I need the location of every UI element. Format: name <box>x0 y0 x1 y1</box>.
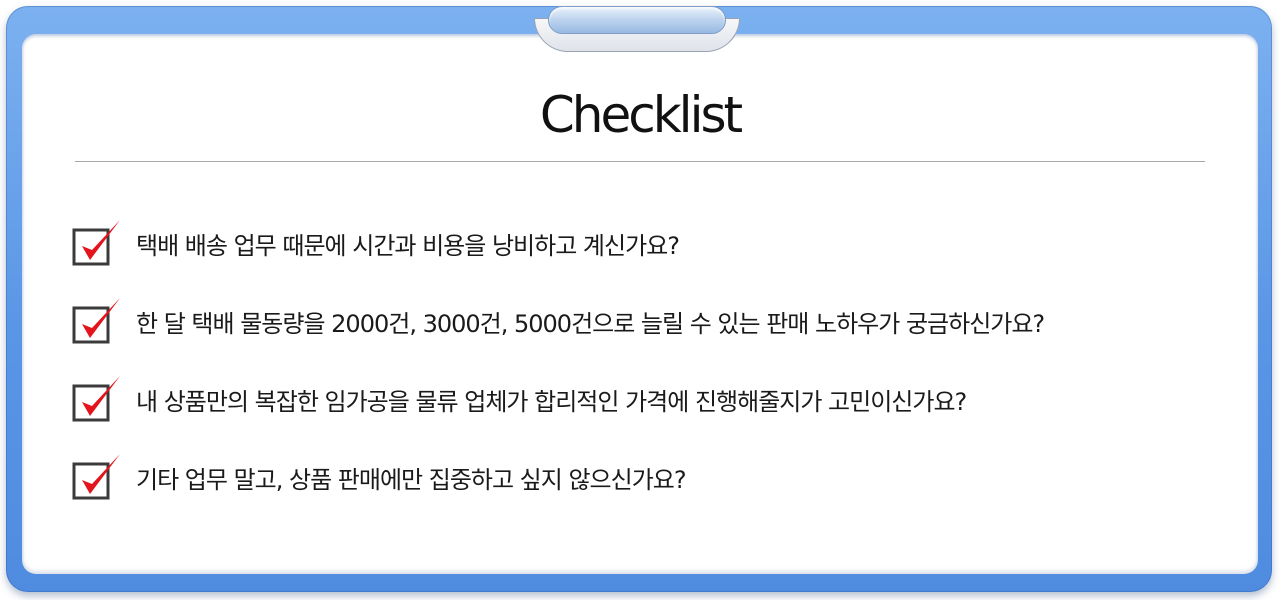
title-divider <box>75 161 1205 162</box>
checklist: 택배 배송 업무 때문에 시간과 비용을 낭비하고 계신가요? 한 달 택배 물… <box>72 212 1232 524</box>
list-item-text: 한 달 택배 물동량을 2000건, 3000건, 5000건으로 늘릴 수 있… <box>136 310 1045 338</box>
list-item-text: 기타 업무 말고, 상품 판매에만 집중하고 싶지 않으신가요? <box>136 466 687 494</box>
checkbox-checked-icon <box>72 454 120 500</box>
list-item: 한 달 택배 물동량을 2000건, 3000건, 5000건으로 늘릴 수 있… <box>72 290 1232 368</box>
list-item-text: 택배 배송 업무 때문에 시간과 비용을 낭비하고 계신가요? <box>136 232 680 260</box>
list-item: 기타 업무 말고, 상품 판매에만 집중하고 싶지 않으신가요? <box>72 446 1232 524</box>
checkbox-checked-icon <box>72 220 120 266</box>
clip-top <box>548 6 726 34</box>
checklist-clipboard: Checklist 택배 배송 업무 때문에 시간과 비용을 낭비하고 계신가요… <box>0 0 1280 600</box>
checkbox-checked-icon <box>72 298 120 344</box>
list-item-text: 내 상품만의 복잡한 임가공을 물류 업체가 합리적인 가격에 진행해줄지가 고… <box>136 388 967 416</box>
list-item: 택배 배송 업무 때문에 시간과 비용을 낭비하고 계신가요? <box>72 212 1232 290</box>
checkbox-checked-icon <box>72 376 120 422</box>
list-item: 내 상품만의 복잡한 임가공을 물류 업체가 합리적인 가격에 진행해줄지가 고… <box>72 368 1232 446</box>
clipboard-clip-icon <box>534 2 740 56</box>
page-title: Checklist <box>539 86 743 144</box>
